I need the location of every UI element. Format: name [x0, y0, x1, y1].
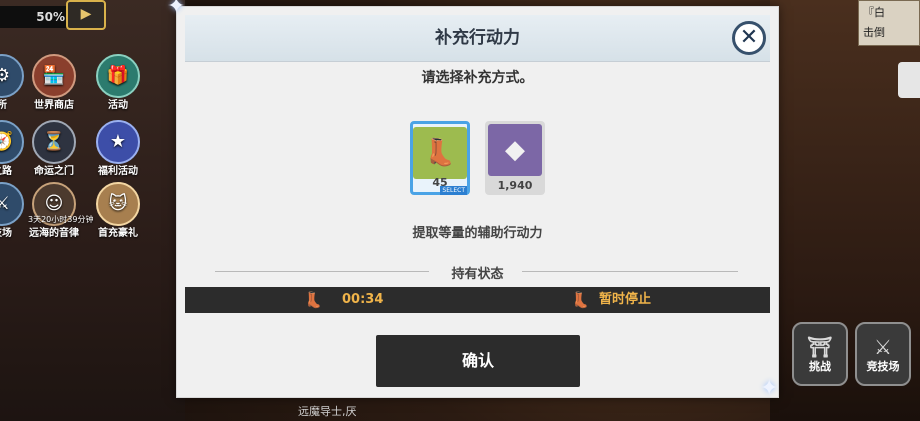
welfare-activity-button[interactable]: ★ 福利活动 — [92, 120, 144, 178]
arena-button[interactable]: ⚔ 竞技场 — [855, 322, 911, 386]
video-icon[interactable]: ▶ — [66, 0, 106, 30]
right-notice-line2: 击倒 — [863, 26, 885, 39]
footer-text: 远魔导士,厌 — [298, 405, 357, 418]
select-badge: SELECT — [440, 186, 467, 195]
corner-star-bottom-right: ✦ — [760, 376, 779, 401]
boot-small-icon: 👢 — [304, 291, 323, 309]
star-icon: ★ — [96, 120, 140, 164]
path-icon: 🧭 — [0, 120, 24, 164]
left-menu-item-4[interactable]: 🧭 之路 — [0, 120, 28, 178]
corner-star-top-left: ✦ — [167, 0, 186, 19]
timer-label: 3天20小时39分钟 — [28, 215, 94, 224]
swords-icon: ⚔ — [874, 335, 892, 359]
confirm-button[interactable]: 确认 — [376, 335, 580, 387]
arena-icon: ⚔ — [0, 182, 24, 226]
gift-icon: 🎁 — [96, 54, 140, 98]
boot-option[interactable]: 👢 45 SELECT — [410, 121, 470, 195]
option-description: 提取等量的辅助行动力 — [412, 226, 543, 241]
clock-icon: ⏳ — [32, 120, 76, 164]
arch-icon: ⛩ — [807, 335, 833, 359]
right-notice[interactable]: 『白 击倒 — [858, 0, 920, 46]
status-bar: 👢 00:34 👢 暂时停止 — [185, 287, 770, 313]
crystal-option[interactable]: ◆ 1,940 — [485, 121, 545, 195]
right-notice-line1: 『白 — [863, 6, 885, 19]
status-timer: 00:34 — [342, 292, 384, 307]
status-state: 暂时停止 — [599, 292, 652, 307]
activity-button[interactable]: 🎁 活动 — [92, 54, 144, 112]
supply-action-dialog: 补充行动力 ✕ 请选择补充方式。 👢 45 SELECT ◆ 1,940 提取等… — [176, 6, 779, 398]
world-shop-button[interactable]: 🏪 世界商店 — [28, 54, 80, 112]
progress-percent: 50% — [0, 6, 71, 28]
crystal-icon: ◆ — [488, 124, 542, 176]
shop-icon: 🏪 — [32, 54, 76, 98]
status-heading: 持有状态 — [451, 267, 504, 282]
boot-icon: 👢 — [413, 127, 467, 179]
cat-character-icon: 🐱 — [96, 182, 140, 226]
close-button[interactable]: ✕ — [732, 21, 766, 55]
right-panel-toggle[interactable] — [898, 62, 920, 98]
close-icon: ✕ — [739, 25, 759, 50]
left-menu-item-1[interactable]: ⚙ 所 — [0, 54, 28, 112]
challenge-button[interactable]: ⛩ 挑战 — [792, 322, 848, 386]
gear-icon: ⚙ — [0, 54, 24, 98]
dialog-title: 补充行动力 — [435, 28, 520, 48]
dialog-header: 补充行动力 ✕ — [185, 15, 770, 62]
dialog-subtitle: 请选择补充方式。 — [421, 70, 534, 86]
far-sea-melody-button[interactable]: ☺ 远海的音律 — [28, 182, 80, 240]
fate-gate-button[interactable]: ⏳ 命运之门 — [28, 120, 80, 178]
left-menu-item-7[interactable]: ⚔ 技场 — [0, 182, 28, 240]
crystal-count: 1,940 — [497, 179, 533, 192]
green-boot-small-icon: 👢 — [571, 291, 590, 309]
first-charge-gift-button[interactable]: 🐱 首充豪礼 — [92, 182, 144, 240]
